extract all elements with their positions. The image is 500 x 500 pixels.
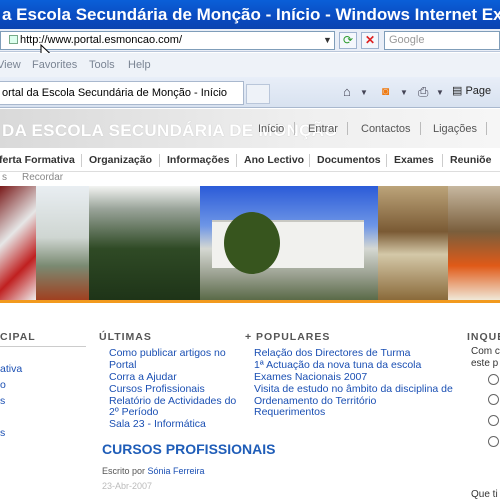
banner-photo-5 — [378, 186, 448, 300]
byline-prefix: Escrito por — [102, 466, 146, 476]
poll-question-line: Com c — [471, 346, 500, 357]
nav-exames[interactable]: Exames — [394, 154, 434, 166]
topnav-inicio[interactable]: Início — [258, 123, 284, 135]
topnav-contactos[interactable]: Contactos — [361, 123, 411, 135]
refresh-button[interactable]: ⟳ — [339, 32, 357, 49]
article-author: Sónia Ferreira — [147, 466, 205, 476]
site-title: DA ESCOLA SECUNDÁRIA DE MONÇÃO — [2, 121, 338, 140]
banner-accent-line — [0, 300, 500, 303]
page-menu-button[interactable]: ▤ Page — [452, 84, 491, 97]
ultimas-link[interactable]: Cursos Profissionais — [109, 383, 205, 395]
banner-photo-1 — [0, 186, 36, 300]
banner-photo-6 — [448, 186, 500, 300]
feed-dropdown-icon[interactable]: ▼ — [400, 88, 408, 97]
nav-oferta-formativa[interactable]: ferta Formativa — [0, 154, 75, 166]
main-navigation: ferta Formativa Organização Informações … — [0, 148, 500, 172]
tree — [224, 212, 280, 274]
nav-ano-lectivo[interactable]: Ano Lectivo — [244, 154, 304, 166]
menu-bar: View Favorites Tools Help — [0, 53, 500, 77]
ultimas-link[interactable]: Sala 23 - Informática — [109, 418, 206, 430]
article-byline: Escrito por Sónia Ferreira — [102, 466, 205, 476]
refresh-icon: ⟳ — [342, 33, 354, 47]
print-dropdown-icon[interactable]: ▼ — [436, 88, 444, 97]
nav-divider — [236, 154, 237, 167]
subnav-item[interactable]: s — [2, 172, 7, 183]
topnav-divider — [420, 122, 421, 135]
menu-tools[interactable]: Tools — [89, 59, 115, 71]
nav-divider — [442, 154, 443, 167]
nav-reunioes[interactable]: Reuniõe — [450, 154, 491, 166]
topnav-divider — [486, 122, 487, 135]
left-column-divider — [0, 346, 86, 347]
nav-divider — [159, 154, 160, 167]
address-dropdown-button[interactable]: ▼ — [321, 32, 334, 49]
left-column-heading: CIPAL — [0, 331, 36, 343]
article-title[interactable]: CURSOS PROFISSIONAIS — [102, 441, 275, 457]
left-link[interactable]: ativa — [0, 363, 22, 375]
nav-documentos[interactable]: Documentos — [317, 154, 381, 166]
menu-favorites[interactable]: Favorites — [32, 59, 77, 71]
left-link[interactable]: s — [0, 395, 5, 407]
stop-button[interactable]: ✕ — [361, 32, 379, 49]
ultimas-link[interactable]: Portal — [109, 359, 136, 371]
chevron-down-icon: ▼ — [323, 35, 332, 45]
search-input[interactable]: Google — [384, 31, 500, 50]
poll-option-radio[interactable] — [488, 374, 499, 385]
topnav-divider — [347, 122, 348, 135]
banner-photo-3 — [89, 186, 200, 300]
window-title-bar: a Escola Secundária de Monção - Início -… — [0, 0, 500, 29]
populares-link[interactable]: Visita de estudo no âmbito da disciplina… — [254, 383, 453, 395]
subnav-recordar[interactable]: Recordar — [22, 172, 63, 183]
left-link[interactable]: s — [0, 427, 5, 439]
topnav-divider — [294, 122, 295, 135]
ultimas-link[interactable]: Corra a Ajudar — [109, 371, 177, 383]
banner-photo-4 — [200, 186, 378, 300]
page-icon: ▤ — [452, 85, 466, 97]
ultimas-link[interactable]: Como publicar artigos no — [109, 347, 226, 359]
tab-title: ortal da Escola Secundária de Monção - I… — [2, 87, 228, 99]
nav-divider — [81, 154, 82, 167]
ultimas-link[interactable]: 2º Período — [109, 406, 158, 418]
home-icon[interactable]: ⌂ — [343, 84, 351, 99]
banner-photo-collage — [0, 186, 500, 300]
new-tab-button[interactable] — [246, 84, 270, 104]
menu-help[interactable]: Help — [128, 59, 151, 71]
page-favicon — [9, 35, 18, 44]
populares-link[interactable]: Exames Nacionais 2007 — [254, 371, 367, 383]
nav-divider — [386, 154, 387, 167]
print-icon[interactable]: ⎙ — [418, 84, 428, 100]
sub-navigation: s Recordar — [0, 172, 500, 186]
populares-heading: + POPULARES — [245, 331, 331, 343]
article-date: 23-Abr-2007 — [102, 481, 153, 491]
poll-heading: INQUÉ — [467, 331, 500, 343]
populares-link[interactable]: 1ª Actuação da nova tuna da escola — [254, 359, 421, 371]
populares-link[interactable]: Requerimentos — [254, 406, 325, 418]
left-link[interactable]: o — [0, 379, 6, 391]
browser-tab-active[interactable]: ortal da Escola Secundária de Monção - I… — [0, 81, 244, 105]
nav-organizacao[interactable]: Organização — [89, 154, 152, 166]
site-header: DA ESCOLA SECUNDÁRIA DE MONÇÃO Início En… — [0, 109, 500, 148]
banner-photo-2 — [36, 186, 89, 300]
nav-informacoes[interactable]: Informações — [167, 154, 229, 166]
rss-feed-icon[interactable]: ◙ — [382, 84, 389, 98]
page-menu-label: Page — [465, 85, 492, 97]
home-dropdown-icon[interactable]: ▼ — [360, 88, 368, 97]
stop-icon: ✕ — [364, 33, 376, 47]
poll-footer-text: Que ti — [471, 489, 498, 500]
tab-bar: ortal da Escola Secundária de Monção - I… — [0, 77, 500, 108]
poll-question-line: este p — [471, 358, 499, 369]
topnav-ligacoes[interactable]: Ligações — [433, 123, 477, 135]
ultimas-heading: ÚLTIMAS — [99, 331, 152, 343]
menu-view[interactable]: View — [0, 59, 21, 71]
populares-link[interactable]: Relação dos Directores de Turma — [254, 347, 410, 359]
window-title: a Escola Secundária de Monção - Início -… — [2, 5, 500, 24]
poll-option-radio[interactable] — [488, 415, 499, 426]
address-bar: http://www.portal.esmoncao.com/ ▼ ⟳ ✕ Go… — [0, 29, 500, 52]
topnav-entrar[interactable]: Entrar — [308, 123, 338, 135]
poll-option-radio[interactable] — [488, 436, 499, 447]
poll-option-radio[interactable] — [488, 394, 499, 405]
nav-divider — [309, 154, 310, 167]
search-placeholder: Google — [389, 34, 425, 46]
